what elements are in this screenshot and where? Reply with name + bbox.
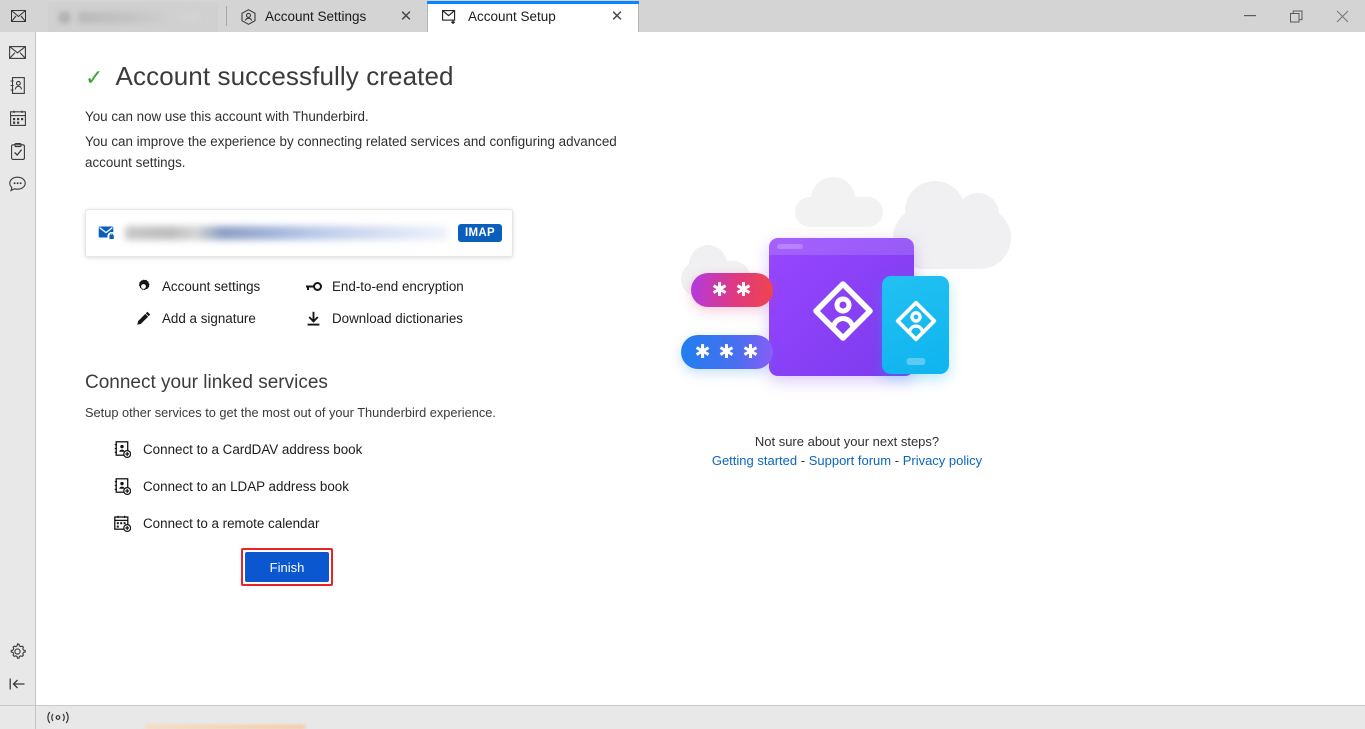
phone-graphic	[882, 276, 949, 374]
action-add-signature[interactable]: Add a signature	[135, 311, 305, 326]
link-privacy-policy[interactable]: Privacy policy	[903, 453, 982, 468]
link-separator-2: -	[895, 453, 899, 468]
spaces-toolbar	[0, 32, 36, 705]
service-ldap-label: Connect to an LDAP address book	[143, 479, 349, 494]
imap-badge: IMAP	[458, 224, 502, 242]
action-account-settings-label: Account settings	[162, 279, 260, 294]
browser-titlebar-graphic	[769, 238, 914, 255]
account-diamond-icon-small	[895, 300, 937, 342]
redacted-tab-icon	[58, 11, 71, 24]
asterisk-glyph: ✱	[736, 281, 753, 300]
asterisk-glyph: ✱	[712, 281, 729, 300]
success-check-icon: ✓	[85, 65, 104, 91]
setup-right-column: ✱ ✱ ✱ ✱ ✱ Not sure about your next steps…	[637, 183, 1057, 468]
window-controls	[1227, 0, 1365, 32]
account-diamond-icon	[812, 280, 874, 342]
asterisk-glyph: ✱	[742, 343, 759, 362]
service-remote-calendar[interactable]: Connect to a remote calendar	[113, 515, 645, 532]
service-remote-calendar-label: Connect to a remote calendar	[143, 516, 319, 531]
account-actions-row-2: Add a signature Download dictionaries	[135, 311, 515, 326]
sidebar-item-tasks[interactable]	[4, 138, 32, 164]
gear-icon	[135, 279, 152, 294]
linked-services-subtitle: Setup other services to get the most out…	[85, 405, 645, 420]
password-pill-blue: ✱ ✱ ✱	[681, 335, 773, 369]
tab-account-settings[interactable]: Account Settings ✕	[227, 1, 427, 32]
action-end-to-end-encryption-label: End-to-end encryption	[332, 279, 464, 294]
pencil-icon	[135, 311, 152, 326]
key-icon	[305, 281, 322, 292]
link-support-forum[interactable]: Support forum	[809, 453, 891, 468]
tab-account-setup-label: Account Setup	[468, 9, 599, 24]
action-download-dictionaries-label: Download dictionaries	[332, 311, 463, 326]
tab-account-setup-close-icon[interactable]: ✕	[608, 9, 626, 24]
collapse-left-icon[interactable]	[4, 671, 32, 697]
address-book-add-icon	[113, 441, 131, 458]
app-mail-icon	[0, 0, 36, 32]
spaces-bottom-group	[0, 631, 35, 705]
tab-account-setup[interactable]: Account Setup ✕	[427, 1, 639, 32]
status-bar-left-pad	[0, 706, 36, 729]
phone-home-indicator	[906, 358, 925, 365]
settings-gear-icon[interactable]	[4, 638, 32, 664]
redacted-tab-label	[78, 12, 200, 23]
download-icon	[305, 311, 322, 326]
link-getting-started[interactable]: Getting started	[712, 453, 797, 468]
finish-button-highlight	[241, 548, 333, 586]
envelope-plus-icon	[442, 10, 459, 24]
account-actions-row-1: Account settings End-to-end encryption	[135, 279, 515, 294]
account-setup-page: ✓ Account successfully created You can n…	[37, 33, 1365, 705]
next-steps-block: Not sure about your next steps? Getting …	[637, 434, 1057, 468]
sidebar-item-mail[interactable]	[4, 39, 32, 65]
title-bar: Account Settings ✕ Account Setup ✕	[0, 0, 1365, 32]
account-hexagon-icon	[241, 9, 256, 25]
subtitle-line-2: You can improve the experience by connec…	[85, 131, 645, 174]
account-card[interactable]: IMAP	[85, 209, 513, 257]
page-title-text: Account successfully created	[116, 61, 454, 92]
service-carddav-label: Connect to a CardDAV address book	[143, 442, 362, 457]
restore-button[interactable]	[1273, 0, 1319, 32]
setup-left-column: ✓ Account successfully created You can n…	[85, 61, 645, 582]
close-button[interactable]	[1319, 0, 1365, 32]
sidebar-item-calendar[interactable]	[4, 105, 32, 131]
action-end-to-end-encryption[interactable]: End-to-end encryption	[305, 279, 464, 294]
action-download-dictionaries[interactable]: Download dictionaries	[305, 311, 463, 326]
calendar-add-icon	[113, 515, 131, 532]
asterisk-glyph: ✱	[719, 343, 736, 362]
service-carddav-address-book[interactable]: Connect to a CardDAV address book	[113, 441, 645, 458]
tab-account-settings-close-icon[interactable]: ✕	[397, 9, 415, 24]
next-steps-question: Not sure about your next steps?	[637, 434, 1057, 449]
tab-account-settings-label: Account Settings	[265, 9, 388, 24]
account-email-redacted	[125, 226, 448, 240]
account-actions: Account settings End-to-end encryption A…	[135, 279, 515, 326]
action-add-signature-label: Add a signature	[162, 311, 256, 326]
account-illustration: ✱ ✱ ✱ ✱ ✱	[677, 183, 1017, 398]
finish-button-wrapper: Finish	[245, 552, 329, 582]
page-title: ✓ Account successfully created	[85, 61, 645, 92]
linked-services-list: Connect to a CardDAV address book Connec…	[113, 441, 645, 532]
sidebar-item-address-book[interactable]	[4, 72, 32, 98]
action-account-settings[interactable]: Account settings	[135, 279, 305, 294]
asterisk-glyph: ✱	[695, 343, 712, 362]
service-ldap-address-book[interactable]: Connect to an LDAP address book	[113, 478, 645, 495]
password-pill-pink: ✱ ✱	[691, 273, 773, 307]
next-steps-links: Getting started - Support forum - Privac…	[637, 453, 1057, 468]
subtitle-line-1: You can now use this account with Thunde…	[85, 106, 645, 128]
redacted-tab[interactable]	[48, 2, 218, 32]
minimize-button[interactable]	[1227, 0, 1273, 32]
sidebar-item-chat[interactable]	[4, 171, 32, 197]
address-book-add-icon	[113, 478, 131, 495]
envelope-secure-icon	[98, 225, 117, 241]
cloud-shape-top	[795, 197, 883, 227]
linked-services-title: Connect your linked services	[85, 372, 645, 394]
connectivity-icon[interactable]	[36, 711, 69, 724]
link-separator-1: -	[801, 453, 805, 468]
status-bar-progress-strip	[145, 725, 305, 729]
